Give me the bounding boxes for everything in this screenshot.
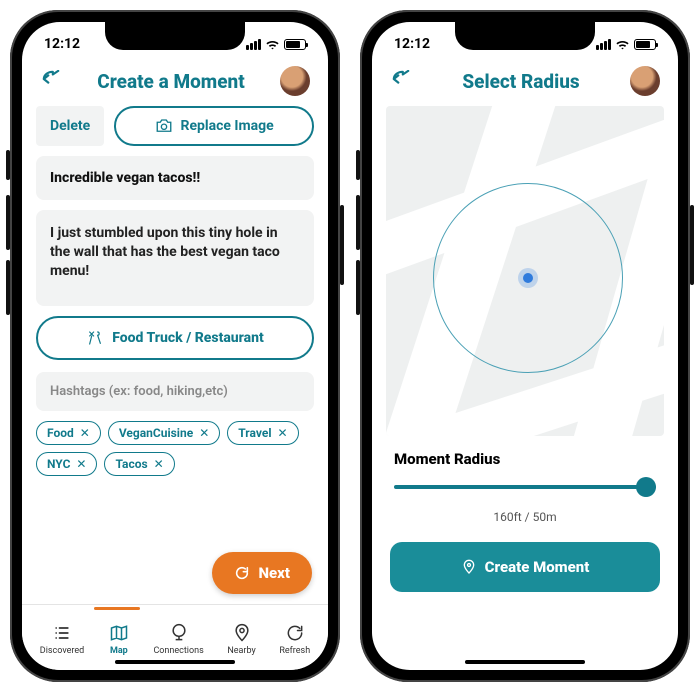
radius-label: Moment Radius [372,450,678,474]
chip-nyc[interactable]: NYC✕ [36,452,97,476]
page-title: Create a Moment [97,70,244,93]
close-icon[interactable]: ✕ [199,426,209,440]
chip-vegancuisine[interactable]: VeganCuisine✕ [108,421,220,445]
wifi-icon [615,39,630,50]
camera-icon [155,118,173,134]
phone-select-radius: 12:12 Select Radius Moment Radius [360,10,690,682]
next-label: Next [258,564,290,582]
replace-image-label: Replace Image [181,118,274,134]
wifi-icon [265,39,280,50]
create-moment-label: Create Moment [485,558,590,576]
notch [455,22,595,50]
pin-icon [461,558,477,576]
chip-travel[interactable]: Travel✕ [227,421,298,445]
notch [105,22,245,50]
chip-food[interactable]: Food✕ [36,421,101,445]
tab-map[interactable]: Map [108,623,130,656]
back-button[interactable] [40,69,62,93]
next-button[interactable]: Next [212,552,312,594]
header: Select Radius [372,60,678,106]
slider-thumb[interactable] [636,477,656,497]
signal-icon [246,39,261,50]
globe-icon [168,623,190,643]
tab-refresh[interactable]: Refresh [279,623,310,656]
page-title: Select Radius [462,70,579,93]
close-icon[interactable]: ✕ [80,426,90,440]
replace-image-button[interactable]: Replace Image [114,106,314,146]
utensils-icon [86,330,104,346]
signal-icon [596,39,611,50]
tab-discovered[interactable]: Discovered [40,623,84,656]
hashtag-input[interactable]: Hashtags (ex: food, hiking,etc) [36,372,314,411]
home-indicator[interactable] [465,660,585,664]
back-button[interactable] [390,69,412,93]
chip-tacos[interactable]: Tacos✕ [104,452,174,476]
moment-body-input[interactable]: I just stumbled upon this tiny hole in t… [36,210,314,306]
close-icon[interactable]: ✕ [278,426,288,440]
tab-indicator [94,607,140,610]
refresh-icon [284,623,306,643]
delete-button[interactable]: Delete [36,106,104,146]
radius-slider[interactable] [394,474,656,500]
battery-icon [634,39,656,50]
home-indicator[interactable] [115,660,235,664]
redo-icon [234,565,250,581]
category-label: Food Truck / Restaurant [112,330,264,346]
tab-connections[interactable]: Connections [153,623,203,656]
category-select[interactable]: Food Truck / Restaurant [36,316,314,360]
avatar[interactable] [280,66,310,96]
moment-title-input[interactable]: Incredible vegan tacos!! [36,156,314,200]
location-dot-icon [523,273,533,283]
close-icon[interactable]: ✕ [76,457,86,471]
status-time: 12:12 [44,36,80,52]
list-icon [51,623,73,643]
pin-icon [231,623,253,643]
phone-create-moment: 12:12 Create a Moment Delete Replace Ima… [10,10,340,682]
status-time: 12:12 [394,36,430,52]
create-moment-button[interactable]: Create Moment [390,542,660,592]
header: Create a Moment [22,60,328,106]
map-icon [108,623,130,643]
hashtag-chips: Food✕ VeganCuisine✕ Travel✕ NYC✕ Tacos✕ [36,421,314,476]
battery-icon [284,39,306,50]
tab-nearby[interactable]: Nearby [227,623,255,656]
close-icon[interactable]: ✕ [154,457,164,471]
avatar[interactable] [630,66,660,96]
radius-distance: 160ft / 50m [372,504,678,542]
map-view[interactable] [386,106,664,436]
